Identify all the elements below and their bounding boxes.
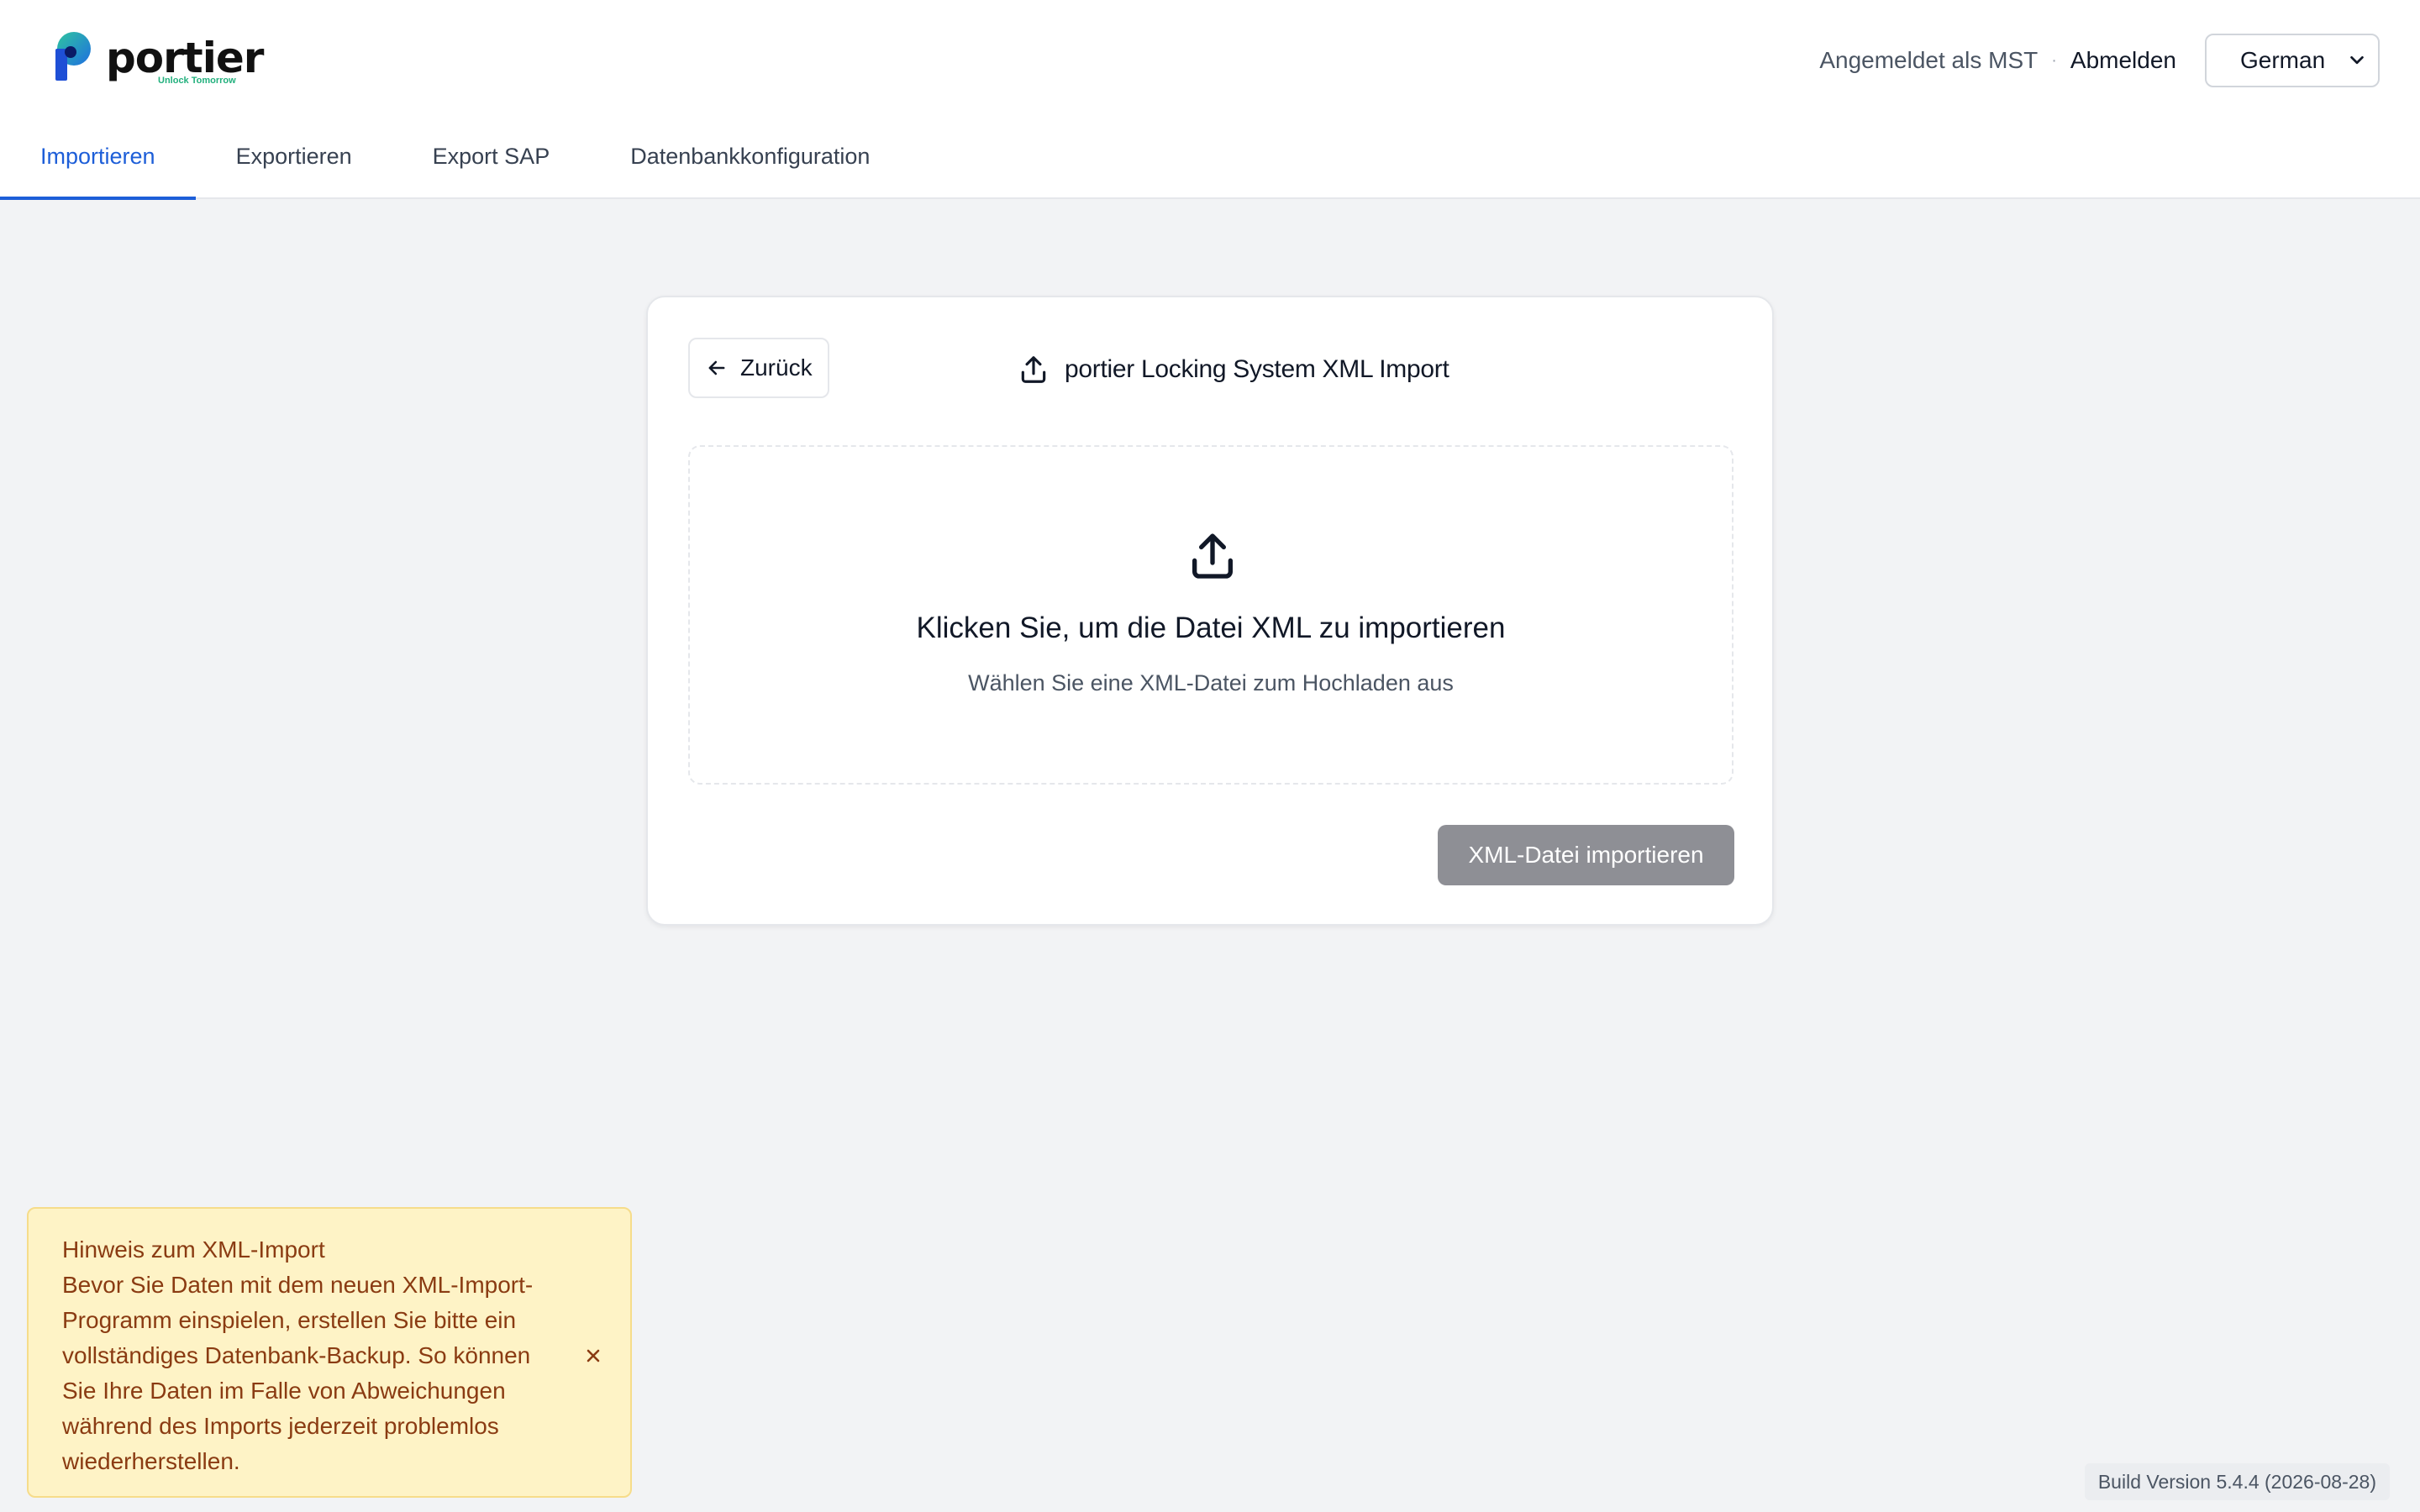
tab-datenbankkonfiguration[interactable]: Datenbankkonfiguration	[590, 126, 910, 199]
portier-logo[interactable]: portier Unlock Tomorrow	[52, 30, 271, 89]
back-button[interactable]: Zurück	[688, 338, 829, 398]
language-select-value: German	[2240, 47, 2326, 73]
import-xml-button[interactable]: XML-Datei importieren	[1438, 825, 1734, 885]
language-select[interactable]: German	[2205, 34, 2380, 87]
signed-in-label: Angemeldet als MST	[1819, 47, 2039, 73]
xml-import-card: Zurück portier Locking System XML Import…	[646, 296, 1774, 926]
close-icon[interactable]	[583, 1346, 603, 1366]
logo-tagline: Unlock Tomorrow	[158, 76, 236, 86]
back-button-label: Zurück	[740, 354, 813, 381]
user-area: Angemeldet als MST · Abmelden German	[1819, 34, 2380, 87]
notice-title: Hinweis zum XML-Import	[62, 1236, 325, 1263]
card-title: portier Locking System XML Import	[1018, 349, 1449, 390]
app-header: portier Unlock Tomorrow Angemeldet als M…	[0, 0, 2420, 200]
logout-link[interactable]: Abmelden	[2070, 47, 2176, 74]
tab-exportieren[interactable]: Exportieren	[196, 126, 392, 199]
portier-logo-icon	[55, 32, 91, 81]
separator: ·	[2051, 50, 2057, 70]
chevron-down-icon	[2350, 55, 2364, 65]
upload-icon	[1192, 533, 1233, 579]
build-version: Build Version 5.4.4 (2026-08-28)	[2084, 1463, 2390, 1500]
file-dropzone[interactable]: Klicken Sie, um die Datei XML zu importi…	[688, 445, 1733, 785]
tab-importieren[interactable]: Importieren	[0, 126, 196, 200]
notice-body: Bevor Sie Daten mit dem neuen XML-Import…	[62, 1272, 534, 1474]
upload-icon	[1021, 356, 1046, 383]
arrow-left-icon	[708, 360, 725, 375]
dropzone-title: Klicken Sie, um die Datei XML zu importi…	[916, 612, 1506, 644]
tab-export-sap[interactable]: Export SAP	[392, 126, 591, 199]
xml-import-notice: Hinweis zum XML-Import Bevor Sie Daten m…	[27, 1207, 632, 1498]
main-tabs: Importieren Exportieren Export SAP Daten…	[0, 126, 910, 200]
card-title-text: portier Locking System XML Import	[1065, 355, 1449, 383]
dropzone-subtitle: Wählen Sie eine XML-Datei zum Hochladen …	[968, 670, 1454, 696]
